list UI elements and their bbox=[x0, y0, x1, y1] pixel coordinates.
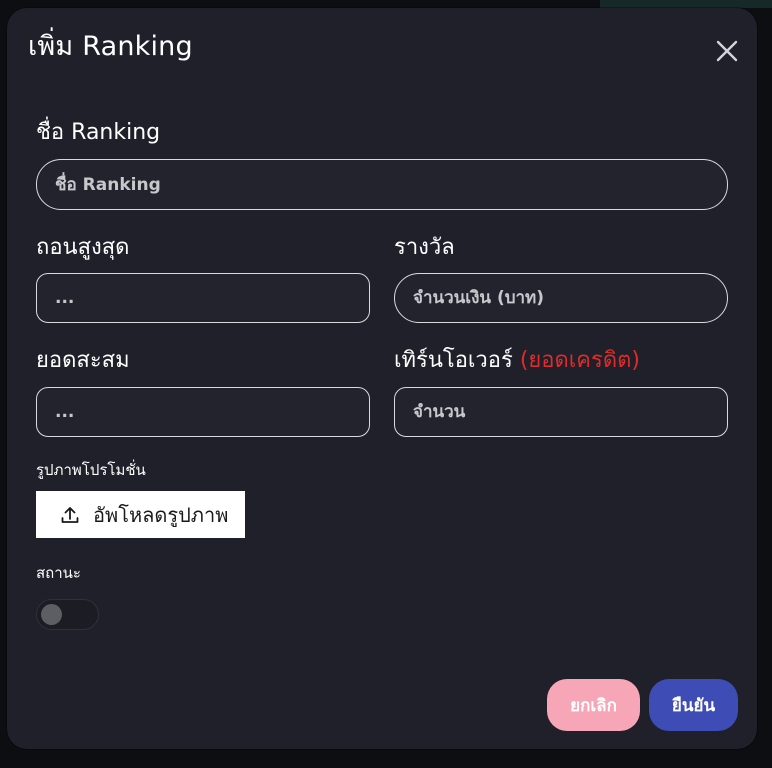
turnover-input[interactable] bbox=[394, 387, 728, 437]
accumulated-input[interactable] bbox=[36, 387, 370, 437]
max-withdraw-label: ถอนสูงสุด bbox=[36, 235, 130, 260]
ranking-name-label: ชื่อ Ranking bbox=[36, 120, 161, 145]
ranking-name-input[interactable] bbox=[36, 159, 728, 210]
turnover-label-text: เทิร์นโอเวอร์ bbox=[394, 348, 513, 373]
backdrop bbox=[600, 0, 772, 8]
upload-image-button[interactable]: อัพโหลดรูปภาพ bbox=[36, 491, 245, 538]
add-ranking-dialog: เพิ่ม Ranking ชื่อ Ranking ถอนสูงสุด ราง… bbox=[7, 8, 757, 749]
upload-icon bbox=[61, 506, 79, 523]
turnover-label: เทิร์นโอเวอร์ (ยอดเครดิต) bbox=[394, 347, 640, 375]
confirm-button[interactable]: ยืนยัน bbox=[649, 679, 738, 731]
close-icon bbox=[716, 40, 738, 62]
max-withdraw-input[interactable] bbox=[36, 273, 370, 323]
turnover-label-note: (ยอดเครดิต) bbox=[519, 348, 640, 373]
dialog-title: เพิ่ม Ranking bbox=[28, 31, 193, 62]
status-label: สถานะ bbox=[36, 564, 81, 582]
close-button[interactable] bbox=[712, 36, 742, 66]
cancel-button[interactable]: ยกเลิก bbox=[547, 679, 640, 731]
promo-image-label: รูปภาพโปรโมชั่น bbox=[36, 461, 146, 479]
toggle-knob bbox=[41, 604, 62, 625]
status-toggle[interactable] bbox=[36, 599, 99, 630]
upload-image-label: อัพโหลดรูปภาพ bbox=[93, 502, 229, 527]
reward-input[interactable] bbox=[394, 273, 728, 323]
reward-label: รางวัล bbox=[394, 235, 455, 260]
accumulated-label: ยอดสะสม bbox=[36, 348, 130, 373]
